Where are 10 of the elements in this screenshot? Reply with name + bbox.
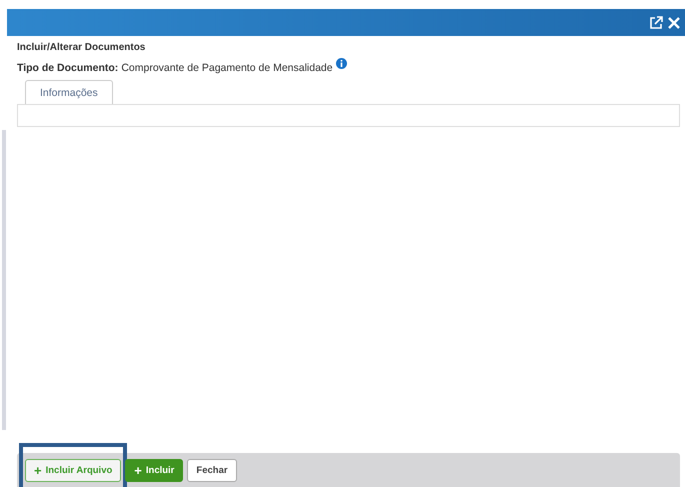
close-button[interactable]: Fechar — [187, 458, 237, 482]
add-button[interactable]: + Incluir Arquivo — [25, 458, 122, 482]
tab[interactable]: Informações — [25, 80, 113, 104]
info-icon[interactable] — [336, 58, 347, 69]
document-type-label: Tipo de Documento: — [17, 62, 118, 74]
document-type-value: Comprovante de Pagamento de Mensalidade — [121, 62, 333, 74]
add-button[interactable]: + Incluir — [125, 458, 184, 482]
close-icon[interactable] — [667, 16, 681, 30]
popout-icon[interactable] — [649, 16, 663, 30]
dialog-title: Incluir/Alterar Documentos — [17, 42, 146, 53]
